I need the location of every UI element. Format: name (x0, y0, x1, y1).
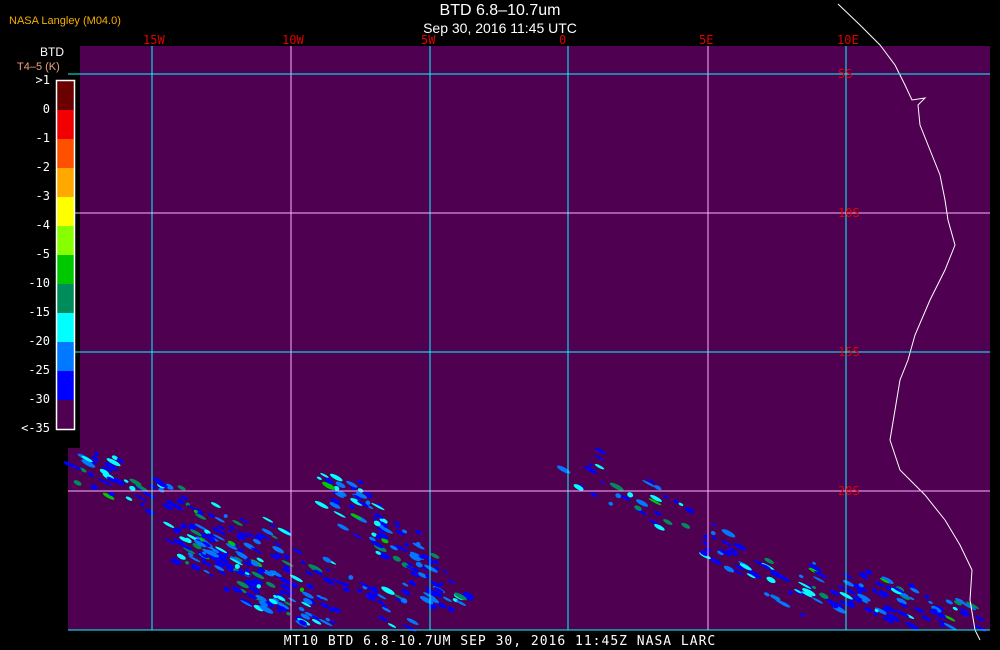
legend-swatch (57, 284, 74, 313)
longitude-label: 10E (837, 33, 859, 47)
longitude-label: 5E (699, 33, 714, 47)
longitude-label: 0 (559, 33, 567, 47)
legend-label: -5 (35, 247, 50, 261)
latitude-label: 20S (838, 484, 860, 498)
legend-swatch (57, 81, 74, 110)
legend-label: -2 (35, 160, 50, 174)
legend-label: -4 (35, 218, 50, 232)
legend-label: <-35 (21, 421, 50, 435)
longitude-label: 10W (282, 33, 304, 47)
legend-title: BTD (40, 45, 64, 59)
legend-swatch (57, 342, 74, 371)
longitude-label: 5W (421, 33, 436, 47)
satellite-map (55, 3, 990, 641)
legend-swatch (57, 197, 74, 226)
legend-swatch (57, 255, 74, 284)
legend-swatch (57, 371, 74, 400)
legend-label: -25 (28, 363, 50, 377)
legend-swatch (57, 139, 74, 168)
longitude-label: 15W (143, 33, 165, 47)
legend-label: -15 (28, 305, 50, 319)
legend-label: -30 (28, 392, 50, 406)
legend-swatch (57, 168, 74, 197)
footer-caption: MT10 BTD 6.8-10.7UM SEP 30, 2016 11:45Z … (283, 634, 717, 649)
chart-title: BTD 6.8–10.7um (439, 2, 561, 19)
latitude-label: 10S (838, 206, 860, 220)
legend-swatch (57, 110, 74, 139)
legend-swatch (57, 313, 74, 342)
legend-swatch (57, 400, 74, 429)
legend-swatch (57, 226, 74, 255)
legend-label: -10 (28, 276, 50, 290)
brand-label: NASA Langley (M04.0) (9, 15, 121, 27)
legend-label: -1 (35, 131, 50, 145)
legend-label: >1 (35, 73, 50, 87)
legend-label: -20 (28, 334, 50, 348)
latitude-label: 15S (838, 345, 860, 359)
latitude-label: 5S (838, 67, 853, 81)
legend-label: 0 (42, 102, 50, 116)
legend-label: -3 (35, 189, 50, 203)
legend-units: T4–5 (K) (17, 61, 60, 73)
